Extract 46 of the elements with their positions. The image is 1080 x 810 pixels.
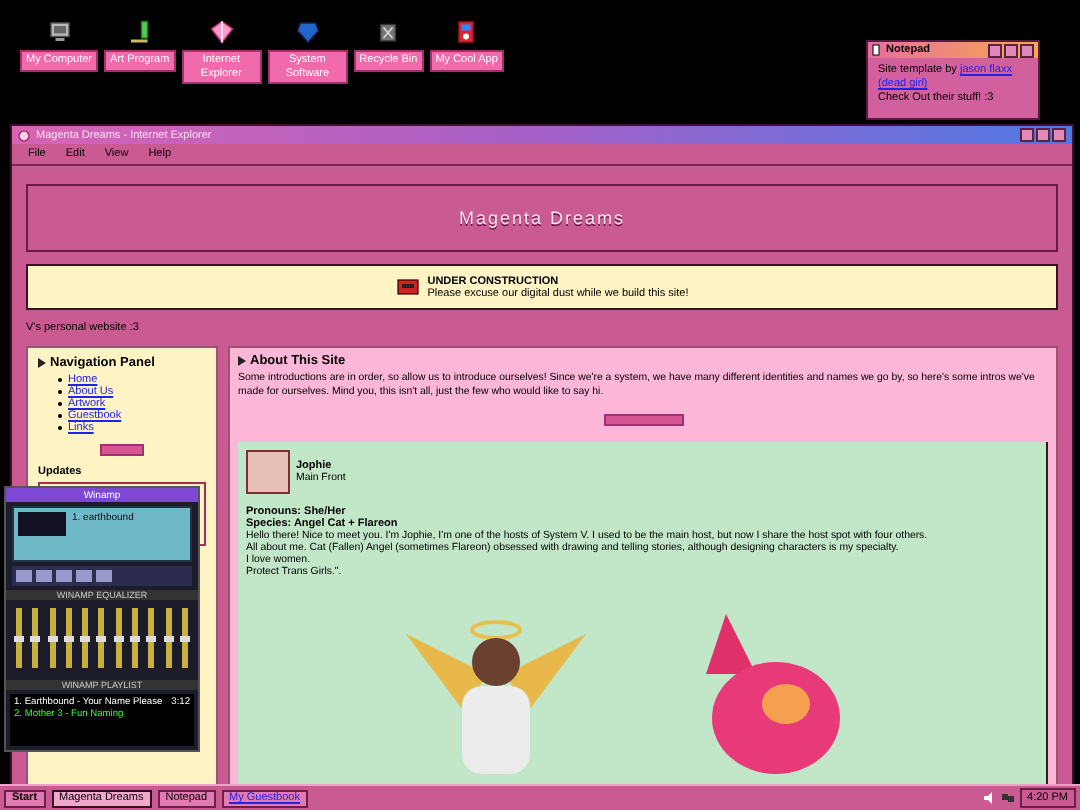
slider-thumb[interactable] <box>179 635 190 641</box>
equalizer-slider[interactable] <box>115 608 122 668</box>
triangle-icon <box>38 358 46 368</box>
slider-thumb[interactable] <box>63 635 74 641</box>
network-icon[interactable] <box>1001 792 1014 804</box>
toolbox-icon <box>395 276 420 298</box>
minimize-button[interactable] <box>988 43 1002 57</box>
close-button[interactable] <box>1052 128 1066 142</box>
equalizer-slider[interactable] <box>148 608 155 668</box>
speaker-icon[interactable] <box>983 792 996 804</box>
maximize-button[interactable] <box>1004 43 1018 57</box>
slider-thumb[interactable] <box>80 635 91 641</box>
equalizer-slider[interactable] <box>98 608 105 668</box>
bin-icon[interactable] <box>376 20 401 44</box>
equalizer-slider[interactable] <box>65 608 72 668</box>
equalizer-slider[interactable] <box>82 608 89 668</box>
slider-thumb[interactable] <box>113 635 124 641</box>
equalizer-slider[interactable] <box>165 608 172 668</box>
computer-icon[interactable] <box>47 20 71 44</box>
gem-icon[interactable] <box>295 20 320 44</box>
player-icon[interactable] <box>454 20 479 44</box>
equalizer-slider[interactable] <box>16 608 22 668</box>
slider-thumb[interactable] <box>146 635 157 641</box>
equalizer-slider[interactable] <box>181 608 188 668</box>
equalizer-slider[interactable] <box>49 608 56 668</box>
slider-thumb[interactable] <box>14 635 24 641</box>
divider-ornament <box>100 444 144 456</box>
slider-thumb[interactable] <box>130 635 141 641</box>
pencil-icon[interactable] <box>127 20 152 44</box>
divider-ornament <box>603 414 683 426</box>
browser-icon <box>18 129 30 141</box>
cube-icon[interactable] <box>209 20 234 44</box>
equalizer-slider[interactable] <box>32 608 39 668</box>
slider-thumb[interactable] <box>163 635 174 641</box>
triangle-icon <box>238 356 246 366</box>
close-button[interactable] <box>1020 43 1034 57</box>
time-display <box>18 512 66 536</box>
avatar-placeholder <box>246 450 290 494</box>
minimize-button[interactable] <box>1020 128 1034 142</box>
slider-thumb[interactable] <box>30 635 41 641</box>
site-title: Magenta Dreams <box>458 208 626 228</box>
equalizer-slider[interactable] <box>132 608 139 668</box>
slider-thumb[interactable] <box>96 635 107 641</box>
notepad-icon <box>872 44 880 56</box>
slider-thumb[interactable] <box>47 635 58 641</box>
maximize-button[interactable] <box>1036 128 1050 142</box>
